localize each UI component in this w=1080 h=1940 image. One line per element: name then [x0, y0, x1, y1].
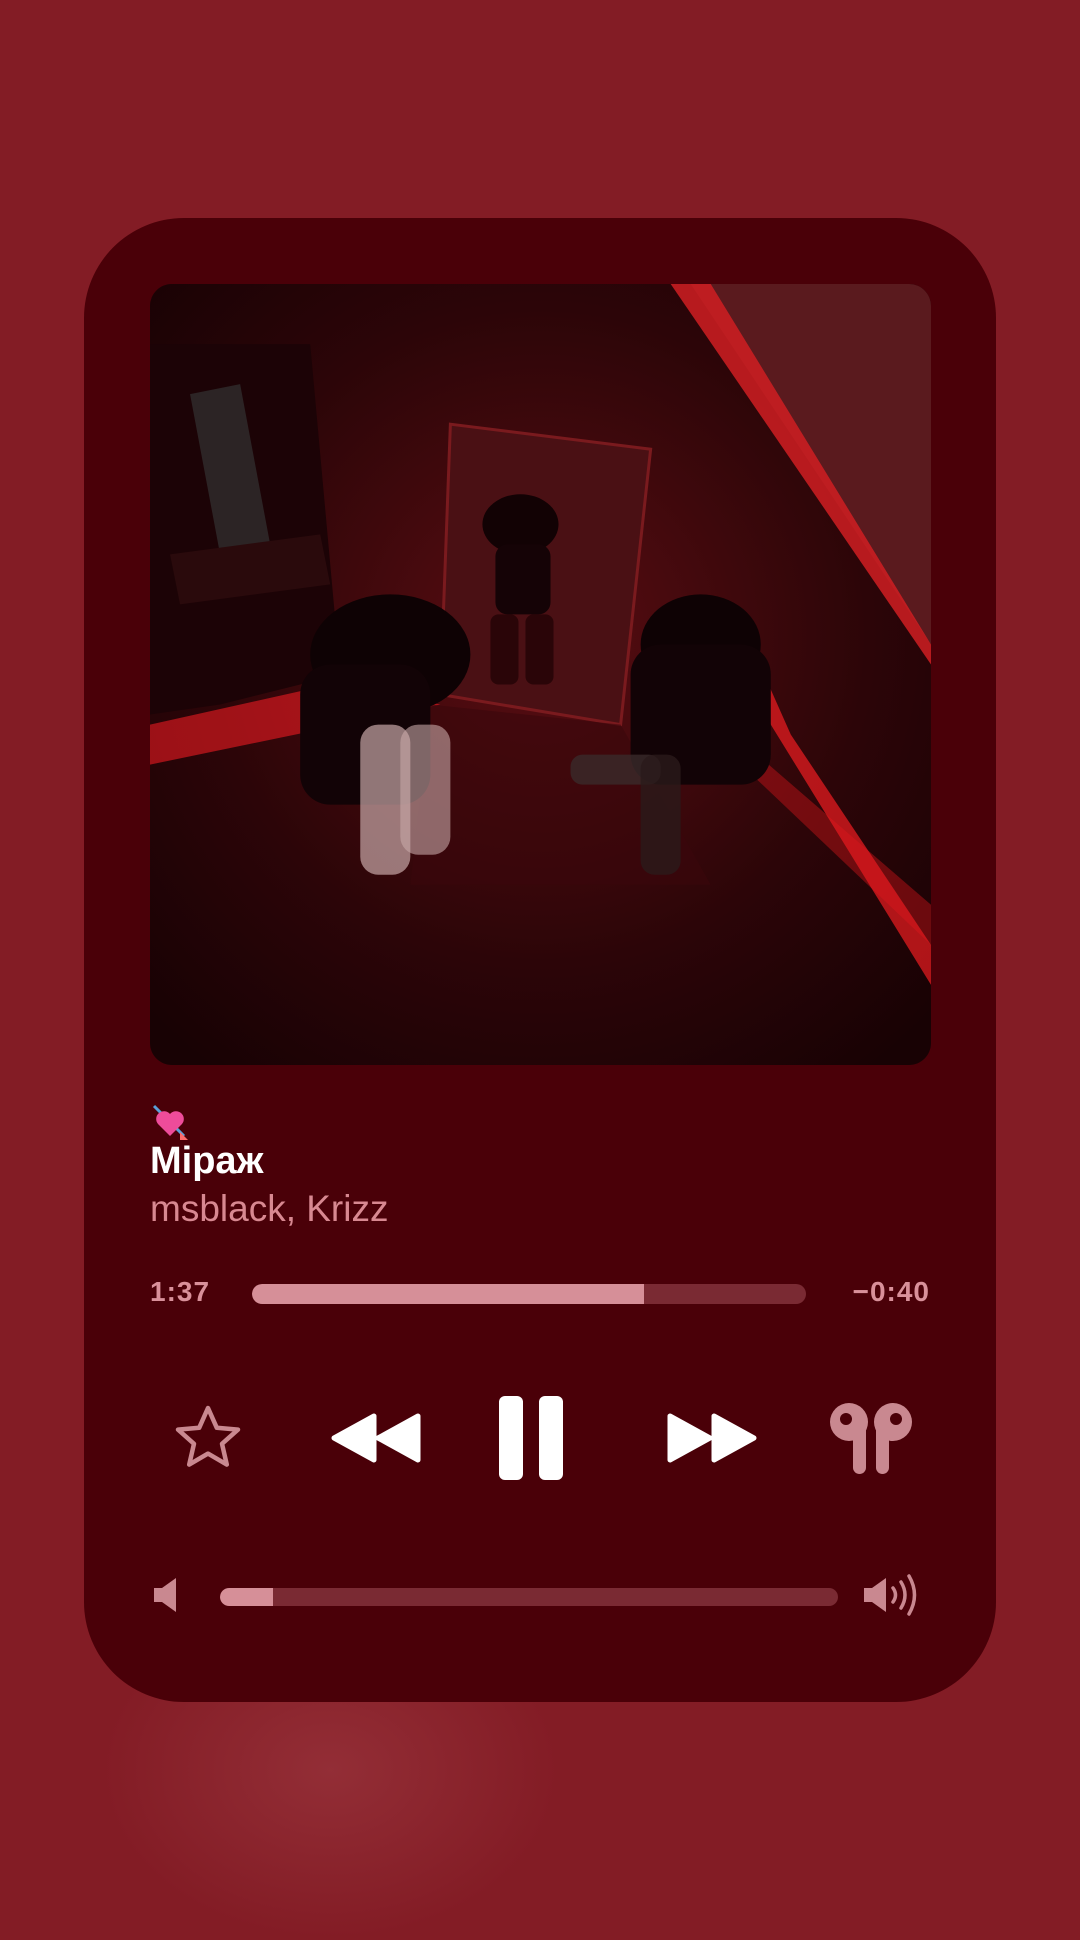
- favorite-button[interactable]: [172, 1402, 244, 1474]
- remaining-time: −0:40: [852, 1276, 930, 1307]
- now-playing-widget: Міраж msblack, Krizz 1:37 −0:40: [84, 218, 996, 1702]
- speaker-low-icon: [154, 1578, 176, 1612]
- elapsed-time: 1:37: [150, 1276, 211, 1307]
- playback-progress-bar[interactable]: [252, 1284, 806, 1304]
- rewind-button[interactable]: [328, 1402, 426, 1474]
- track-artist[interactable]: msblack, Krizz: [150, 1188, 388, 1230]
- album-cover-image: [150, 284, 931, 1065]
- airpods-icon: [830, 1403, 912, 1474]
- star-icon: [175, 1405, 241, 1467]
- speaker-high-icon: [864, 1574, 917, 1616]
- volume-max-indicator: [862, 1574, 924, 1616]
- fast-forward-button[interactable]: [662, 1402, 760, 1474]
- track-title[interactable]: Міраж: [150, 1140, 264, 1183]
- volume-slider-fill: [220, 1588, 273, 1606]
- volume-min-indicator: [150, 1574, 184, 1616]
- rewind-icon: [331, 1413, 421, 1463]
- volume-slider[interactable]: [220, 1588, 838, 1606]
- pause-button[interactable]: [496, 1388, 566, 1488]
- output-device-button[interactable]: [826, 1398, 916, 1478]
- heart-with-arrow-icon: [150, 1102, 190, 1142]
- pause-icon: [499, 1396, 563, 1480]
- playback-progress-fill: [252, 1284, 645, 1304]
- fast-forward-icon: [667, 1413, 757, 1463]
- album-cover[interactable]: [150, 284, 931, 1065]
